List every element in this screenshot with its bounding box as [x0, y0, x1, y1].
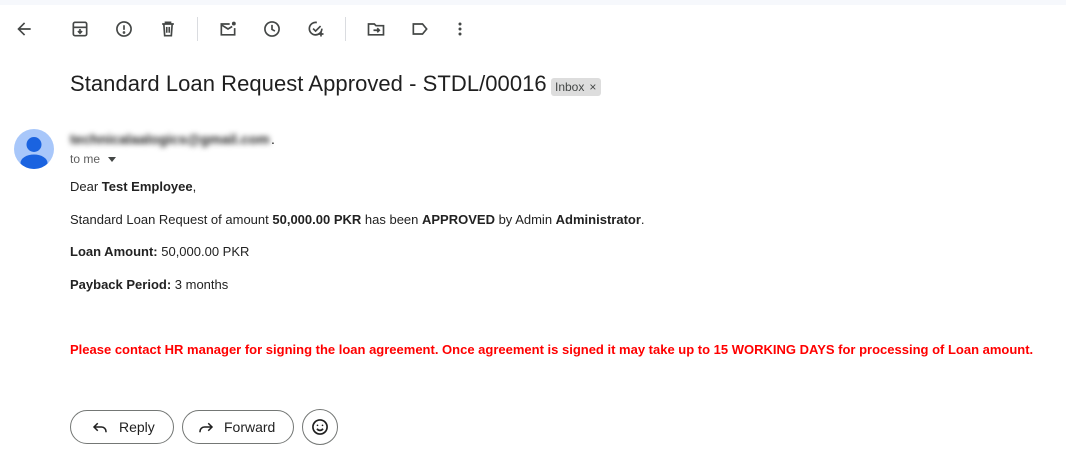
loan-amount-line: Loan Amount: 50,000.00 PKR	[70, 244, 249, 259]
hr-notice: Please contact HR manager for signing th…	[70, 342, 1034, 357]
request-mid: has been	[361, 212, 422, 227]
greeting-prefix: Dear	[70, 179, 102, 194]
report-spam-button[interactable]	[108, 13, 140, 45]
avatar[interactable]	[14, 129, 54, 169]
more-options-button[interactable]	[444, 13, 476, 45]
request-by: by Admin	[494, 212, 556, 227]
move-to-button[interactable]	[360, 13, 392, 45]
forward-icon	[199, 422, 214, 433]
remove-label-icon[interactable]: ×	[589, 81, 596, 93]
reply-button[interactable]: Reply	[70, 410, 174, 444]
archive-button[interactable]	[64, 13, 96, 45]
request-amount: 50,000.00 PKR	[272, 212, 362, 227]
toolbar-divider	[345, 17, 346, 41]
email-view: Standard Loan Request Approved - STDL/00…	[0, 0, 1066, 462]
recipient-text: to me	[70, 152, 101, 166]
add-to-tasks-button[interactable]	[300, 13, 332, 45]
toolbar-divider	[197, 17, 198, 41]
caret-down-icon	[108, 157, 117, 162]
greeting-suffix: ,	[192, 179, 197, 194]
email-subject: Standard Loan Request Approved - STDL/00…	[70, 71, 547, 96]
request-status: APPROVED	[422, 212, 495, 227]
mark-unread-icon	[220, 21, 236, 36]
back-icon	[17, 22, 31, 36]
request-sentence: Standard Loan Request of amount 50,000.0…	[70, 212, 645, 227]
report-spam-icon	[116, 21, 132, 37]
request-end: .	[640, 212, 645, 227]
inbox-label-text: Inbox	[555, 80, 585, 94]
recipient-details-toggle[interactable]: to me	[70, 152, 117, 166]
move-to-icon	[367, 23, 385, 36]
snooze-button[interactable]	[256, 13, 288, 45]
more-options-icon	[458, 22, 462, 36]
payback-period-line: Payback Period: 3 months	[70, 277, 228, 292]
delete-button[interactable]	[152, 13, 184, 45]
label-icon	[412, 23, 428, 35]
label-button[interactable]	[404, 13, 436, 45]
archive-icon	[72, 21, 88, 37]
sender-trailing-dot: .	[271, 131, 275, 147]
forward-label: Forward	[224, 419, 276, 435]
add-to-tasks-icon	[308, 21, 324, 37]
delete-icon	[162, 21, 174, 37]
add-reaction-button[interactable]	[302, 409, 338, 445]
loan-amount-value: 50,000.00 PKR	[157, 244, 250, 259]
employee-name: Test Employee	[101, 179, 193, 194]
greeting: Dear Test Employee,	[70, 179, 196, 194]
top-strip	[0, 0, 1066, 5]
person-icon	[20, 137, 48, 169]
reply-label: Reply	[119, 419, 155, 435]
sender-email[interactable]: technicalaalogics@gmail.com	[70, 131, 270, 147]
back-button[interactable]	[8, 13, 40, 45]
reply-icon	[92, 422, 107, 433]
forward-button[interactable]: Forward	[182, 410, 294, 444]
loan-amount-label: Loan Amount:	[70, 244, 158, 259]
add-reaction-icon	[312, 419, 328, 435]
payback-period-label: Payback Period:	[70, 277, 172, 292]
mark-unread-button[interactable]	[212, 13, 244, 45]
approver-name: Administrator	[555, 212, 641, 227]
inbox-label-chip[interactable]: Inbox ×	[551, 78, 602, 96]
request-prefix: Standard Loan Request of amount	[70, 212, 273, 227]
snooze-icon	[264, 21, 280, 37]
payback-period-value: 3 months	[171, 277, 229, 292]
